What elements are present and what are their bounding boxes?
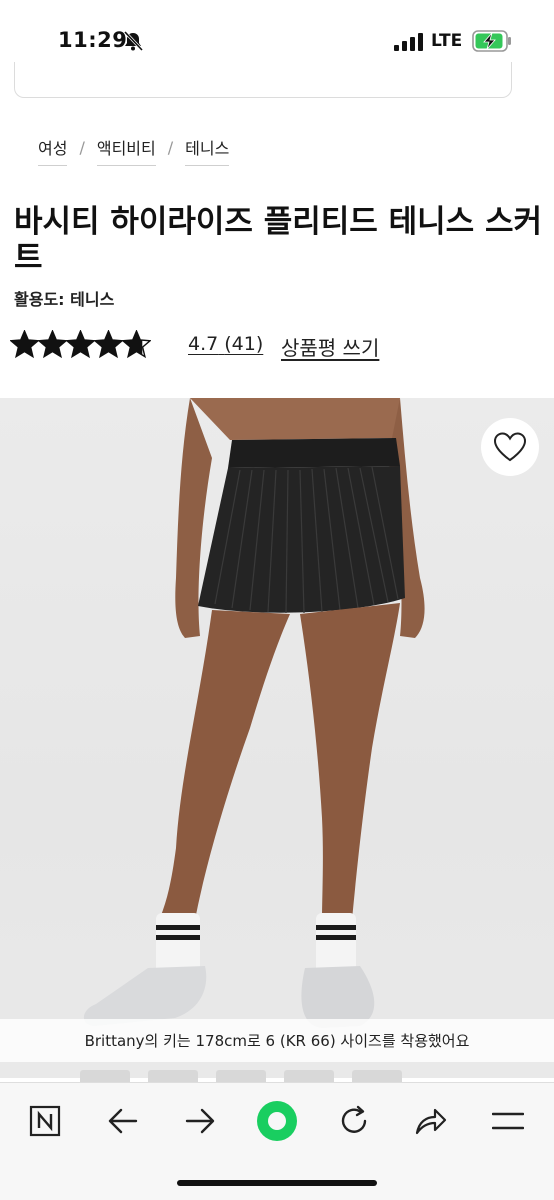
status-time: 11:29: [58, 28, 128, 52]
product-title: 바시티 하이라이즈 플리티드 테니스 스커트: [14, 204, 543, 276]
bell-slash-icon: [123, 30, 144, 52]
home-button[interactable]: [254, 1099, 300, 1143]
green-circle-home-icon: [257, 1101, 297, 1141]
share-button[interactable]: [408, 1099, 454, 1143]
breadcrumb-separator: /: [167, 138, 174, 157]
back-arrow-icon: [108, 1108, 138, 1134]
menu-icon: [492, 1112, 524, 1130]
breadcrumb-separator: /: [79, 138, 85, 157]
breadcrumb-tennis[interactable]: 테니스: [185, 135, 230, 166]
review-count: (41): [224, 333, 264, 355]
rating-summary[interactable]: 4.7 (41): [188, 333, 263, 355]
heart-icon: [493, 432, 527, 462]
forward-arrow-icon: [185, 1108, 215, 1134]
reload-button[interactable]: [331, 1099, 377, 1143]
image-caption: Brittany의 키는 178cm로 6 (KR 66) 사이즈를 착용했어요: [0, 1019, 554, 1062]
home-indicator: [177, 1180, 377, 1186]
breadcrumb: 여성 / 액티비티 / 테니스: [38, 135, 230, 166]
rating-value: 4.7: [188, 333, 219, 355]
menu-button[interactable]: [485, 1099, 531, 1143]
naver-n-button[interactable]: [22, 1099, 68, 1143]
wishlist-button[interactable]: [481, 418, 539, 476]
back-button[interactable]: [100, 1099, 146, 1143]
write-review-link[interactable]: 상품평 쓰기: [281, 332, 379, 361]
thumbnail[interactable]: [148, 1070, 198, 1082]
network-type: LTE: [431, 31, 463, 51]
product-activity: 활용도: 테니스: [14, 290, 115, 309]
star-icon: [38, 330, 67, 359]
thumbnail[interactable]: [80, 1070, 130, 1082]
breadcrumb-activity[interactable]: 액티비티: [96, 135, 156, 166]
star-icon: [66, 330, 95, 359]
product-image[interactable]: [0, 398, 554, 1078]
search-box[interactable]: [14, 62, 512, 98]
reload-icon: [341, 1105, 367, 1133]
battery-charging-icon: [472, 30, 511, 52]
star-icon: [122, 330, 151, 359]
thumbnail[interactable]: [284, 1070, 334, 1082]
naver-n-icon: [29, 1105, 61, 1137]
model-photo: [83, 398, 425, 1028]
rating-stars: [10, 330, 151, 359]
thumbnail-strip: [80, 1070, 480, 1082]
share-icon: [415, 1108, 447, 1135]
thumbnail[interactable]: [216, 1070, 266, 1082]
forward-button[interactable]: [177, 1099, 223, 1143]
rating-row: 4.7 (41) 상품평 쓰기: [10, 330, 540, 362]
star-icon: [94, 330, 123, 359]
breadcrumb-women[interactable]: 여성: [38, 135, 68, 166]
thumbnail[interactable]: [352, 1070, 402, 1082]
star-icon: [10, 330, 39, 359]
signal-icon: [394, 33, 423, 51]
